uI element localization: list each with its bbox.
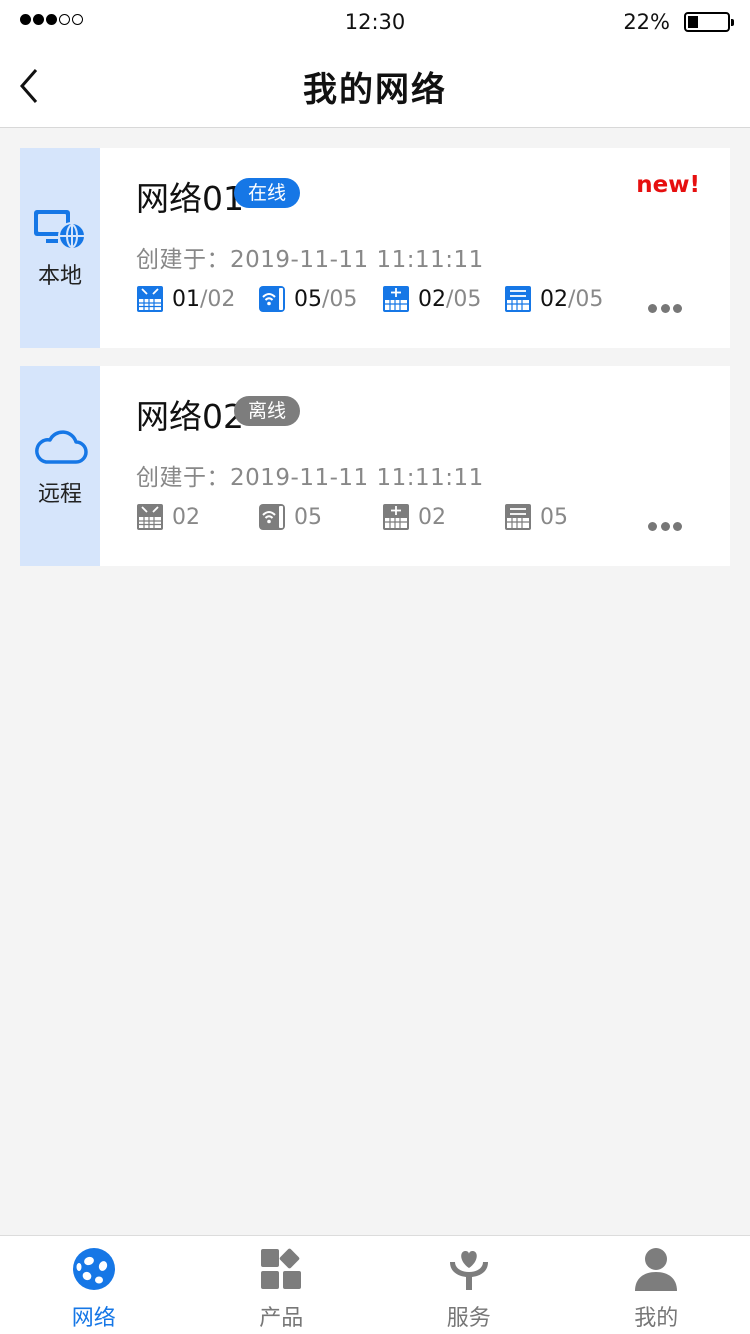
- local-network-icon: [34, 210, 86, 250]
- wifi-ap-icon: [259, 286, 285, 312]
- network-type-label: 本地: [37, 264, 82, 289]
- nav-bar: 我的网络: [0, 44, 750, 128]
- tab-network[interactable]: 网络: [0, 1236, 188, 1334]
- stat-count: 02: [172, 504, 200, 530]
- wifi-ap-icon: [259, 504, 285, 530]
- battery-icon: [684, 12, 734, 32]
- tab-label: 我的: [634, 1306, 679, 1331]
- network-card-body: 网络02 离线 创建于：2019-11-11 11:11:11 02 05 02…: [100, 366, 730, 566]
- tab-label: 服务: [446, 1306, 491, 1331]
- tab-bar: 网络 产品 服务 我的: [0, 1235, 750, 1334]
- more-button[interactable]: [648, 304, 682, 316]
- created-time: 创建于：2019-11-11 11:11:11: [136, 247, 484, 273]
- stat-total: /02: [200, 286, 236, 312]
- gateway-icon: [383, 286, 409, 312]
- tab-product[interactable]: 产品: [188, 1236, 376, 1334]
- stat-current: 01: [172, 286, 200, 312]
- tab-label: 产品: [259, 1306, 304, 1331]
- network-type-panel: 远程: [20, 366, 100, 566]
- stat-total: /05: [322, 286, 358, 312]
- tab-service[interactable]: 服务: [375, 1236, 563, 1334]
- network-ball-icon: [72, 1248, 115, 1290]
- tab-mine[interactable]: 我的: [563, 1236, 750, 1334]
- network-card-body: 网络01 在线 new! 创建于：2019-11-11 11:11:11 01 …: [100, 148, 730, 348]
- stat-total: /05: [446, 286, 482, 312]
- network-card-01[interactable]: 本地 网络01 在线 new! 创建于：2019-11-11 11:11:11 …: [20, 148, 730, 348]
- stat-switch: 02 /05: [504, 284, 603, 314]
- stat-count: 05: [540, 504, 568, 530]
- network-name: 网络02: [136, 397, 244, 436]
- tab-label: 网络: [71, 1306, 116, 1331]
- stat-router: 01 /02: [136, 284, 235, 314]
- stat-current: 02: [418, 286, 446, 312]
- gateway-icon: [383, 504, 409, 530]
- cloud-icon: [35, 430, 88, 464]
- router-icon: [137, 286, 163, 312]
- stat-count: 02: [418, 504, 446, 530]
- stat-wifi-ap: 05 /05: [258, 284, 357, 314]
- network-card-02[interactable]: 远程 网络02 离线 创建于：2019-11-11 11:11:11 02 05…: [20, 366, 730, 566]
- stat-count: 05: [294, 504, 322, 530]
- page-title: 我的网络: [303, 70, 447, 110]
- service-heart-icon: [449, 1250, 488, 1290]
- switch-icon: [505, 504, 531, 530]
- status-badge: 在线: [234, 178, 301, 208]
- stat-current: 02: [540, 286, 568, 312]
- stat-current: 05: [294, 286, 322, 312]
- stat-switch: 05: [504, 502, 568, 532]
- stat-gateway: 02: [382, 502, 446, 532]
- more-button[interactable]: [648, 522, 682, 534]
- created-time: 创建于：2019-11-11 11:11:11: [136, 465, 484, 491]
- switch-icon: [505, 286, 531, 312]
- status-bar: 12:30 22%: [0, 0, 750, 44]
- network-type-label: 远程: [37, 482, 82, 507]
- stat-total: /05: [568, 286, 604, 312]
- network-type-panel: 本地: [20, 148, 100, 348]
- new-tag: new!: [636, 172, 700, 198]
- status-badge: 离线: [234, 396, 301, 426]
- user-icon: [635, 1248, 678, 1291]
- stat-router: 02: [136, 502, 200, 532]
- product-grid-icon: [261, 1248, 302, 1289]
- router-icon: [137, 504, 163, 530]
- stat-gateway: 02 /05: [382, 284, 481, 314]
- network-name: 网络01: [136, 179, 244, 218]
- battery-percent: 22%: [623, 10, 670, 34]
- stat-wifi-ap: 05: [258, 502, 322, 532]
